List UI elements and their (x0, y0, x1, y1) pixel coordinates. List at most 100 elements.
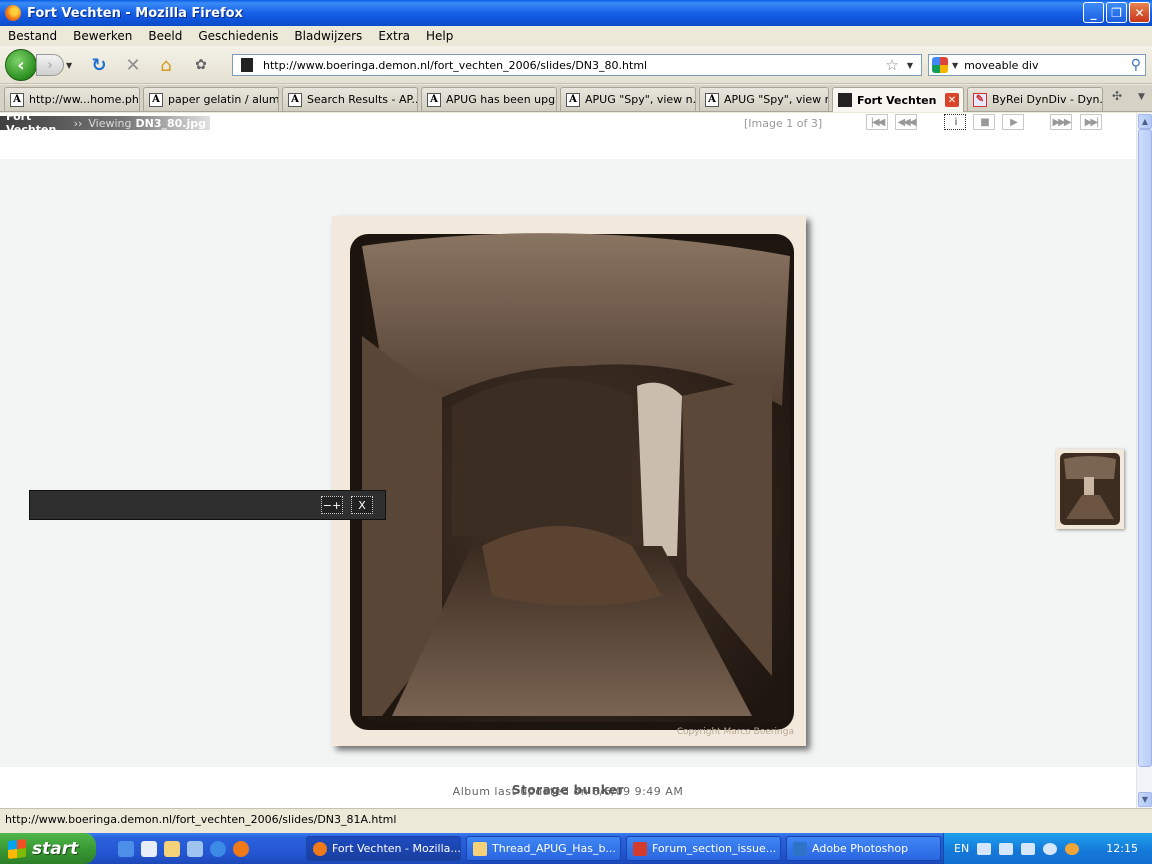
breadcrumb-site-link[interactable]: Fort Vechten (6, 113, 70, 136)
close-panel-button[interactable]: X (351, 496, 373, 514)
tab-apug-upgraded[interactable]: A APUG has been upg... (421, 87, 557, 111)
tab-apug-spy-2[interactable]: A APUG "Spy", view n... (699, 87, 829, 111)
task-forum-section[interactable]: Forum_section_issue... (626, 836, 781, 861)
task-photoshop[interactable]: Adobe Photoshop (786, 836, 941, 861)
menu-bewerken[interactable]: Bewerken (65, 29, 140, 43)
tab-apug-spy-1[interactable]: A APUG "Spy", view n... (560, 87, 696, 111)
tab-label: ByRei DynDiv - Dyn... (992, 93, 1102, 106)
tab-list-dropdown-icon[interactable]: ▼ (1138, 92, 1145, 102)
menu-geschiedenis[interactable]: Geschiedenis (190, 29, 286, 43)
keyboard-tray-icon[interactable] (977, 842, 992, 855)
tab-fort-vechten[interactable]: Fort Vechten ✕ (832, 87, 964, 112)
previous-image-button[interactable]: ◀◀◀ (895, 114, 917, 130)
menu-bestand[interactable]: Bestand (0, 29, 65, 43)
start-label: start (32, 838, 79, 859)
folder-icon (473, 841, 487, 856)
scroll-thumb[interactable] (1138, 129, 1152, 767)
home-icon[interactable]: ⌂ (155, 55, 177, 76)
ie-quicklaunch-icon[interactable] (118, 841, 134, 857)
reload-icon[interactable]: ↻ (88, 55, 110, 76)
image-file-icon (633, 841, 647, 856)
stop-slideshow-button[interactable]: ■ (973, 114, 995, 130)
task-label: Fort Vechten - Mozilla... (332, 842, 461, 855)
start-button[interactable]: start (0, 833, 96, 864)
forward-button[interactable]: › (36, 54, 64, 76)
next-image-button[interactable]: ▶▶▶ (1050, 114, 1072, 130)
breadcrumb-filename: DN3_80.jpg (135, 116, 207, 130)
address-bar[interactable]: http://www.boeringa.demon.nl/fort_vechte… (232, 54, 922, 76)
pen-tray-icon[interactable] (999, 842, 1014, 855)
tab-label: Fort Vechten (857, 93, 937, 107)
close-tab-icon[interactable]: ✕ (945, 93, 959, 107)
last-image-button[interactable]: ▶▶| (1080, 114, 1102, 130)
language-indicator[interactable]: EN (954, 842, 969, 855)
windows-taskbar: start Fort Vechten - Mozilla... Thread_A… (0, 833, 1152, 864)
task-label: Forum_section_issue... (652, 842, 777, 855)
firefox-logo-icon (5, 5, 21, 21)
menu-extra[interactable]: Extra (370, 29, 418, 43)
status-text: http://www.boeringa.demon.nl/fort_vechte… (5, 813, 397, 826)
scroll-down-icon[interactable]: ▼ (1138, 792, 1152, 807)
photo-watermark: Copyright Marco Boeringa (677, 727, 794, 737)
window-title-bar[interactable]: Fort Vechten - Mozilla Firefox _ ❐ ✕ (0, 0, 1152, 26)
search-bar[interactable]: ▼ moveable div ⚲ (928, 54, 1146, 76)
close-window-button[interactable]: ✕ (1129, 2, 1150, 23)
history-dropdown-icon[interactable]: ▼ (66, 61, 72, 70)
task-firefox[interactable]: Fort Vechten - Mozilla... (306, 836, 461, 861)
network-tray-icon[interactable] (1021, 842, 1036, 855)
slide-photo[interactable]: Copyright Marco Boeringa (332, 216, 806, 746)
next-slide-thumbnail[interactable] (1056, 449, 1124, 529)
bunker-photo-image: Copyright Marco Boeringa (350, 233, 794, 737)
internet-explorer-icon[interactable] (210, 841, 226, 857)
extension-icon[interactable]: ✿ (190, 55, 212, 75)
scroll-up-icon[interactable]: ▲ (1138, 114, 1152, 129)
moveable-div-panel[interactable]: −+ X (29, 490, 386, 520)
media-quicklaunch-icon[interactable] (187, 841, 203, 857)
page-content: Fort Vechten ›› Viewing DN3_80.jpg [Imag… (0, 113, 1136, 808)
search-engine-dropdown-icon[interactable]: ▼ (952, 61, 958, 70)
stop-icon[interactable]: ✕ (122, 55, 144, 76)
search-icon[interactable]: ⚲ (1131, 57, 1141, 73)
nav-tray-icon[interactable] (1043, 842, 1058, 855)
url-dropdown-icon[interactable]: ▼ (907, 61, 913, 70)
play-slideshow-button[interactable]: ▶ (1002, 114, 1024, 130)
first-image-button[interactable]: |◀◀ (866, 114, 888, 130)
album-updated-text: Album last updated on 8/6/09 9:49 AM (452, 785, 684, 798)
menu-bladwijzers[interactable]: Bladwijzers (286, 29, 370, 43)
tab-label: Search Results - AP... (307, 93, 417, 106)
apug-favicon-icon: A (427, 92, 441, 107)
back-button[interactable]: ‹ (5, 49, 37, 81)
update-tray-icon[interactable] (1065, 842, 1080, 855)
photoshop-icon (793, 841, 807, 856)
explorer-quicklaunch-icon[interactable] (164, 841, 180, 857)
tab-paper-gelatin[interactable]: A paper gelatin / alum... (143, 87, 279, 111)
menu-help[interactable]: Help (418, 29, 461, 43)
slide-area: Copyright Marco Boeringa Storage bunker (0, 159, 1136, 797)
tab-label: APUG has been upg... (446, 93, 556, 106)
vertical-scrollbar[interactable]: ▲ ▼ (1136, 113, 1152, 808)
tab-home-php[interactable]: A http://ww...home.php (4, 87, 140, 111)
google-icon[interactable] (932, 57, 948, 73)
bookmark-star-icon[interactable]: ☆ (885, 56, 898, 74)
url-text[interactable]: http://www.boeringa.demon.nl/fort_vechte… (263, 59, 885, 72)
search-input[interactable]: moveable div (964, 59, 1131, 72)
new-tab-icon[interactable]: ✣ (1112, 89, 1122, 103)
task-thread-folder[interactable]: Thread_APUG_Has_b... (466, 836, 621, 861)
image-counter: [Image 1 of 3] (744, 117, 823, 130)
thumbnail-image (1060, 453, 1120, 525)
tab-byrei-dyndiv[interactable]: ✎ ByRei DynDiv - Dyn... (967, 87, 1103, 111)
apug-favicon-icon: A (566, 92, 580, 107)
restore-button[interactable]: ❐ (1106, 2, 1127, 23)
desktop-quicklaunch-icon[interactable] (141, 841, 157, 857)
menu-beeld[interactable]: Beeld (140, 29, 190, 43)
arrow-right-icon: › (47, 57, 53, 73)
firefox-quicklaunch-icon[interactable] (233, 841, 249, 857)
breadcrumb-viewing-label: Viewing (88, 116, 132, 130)
minimize-button[interactable]: _ (1083, 2, 1104, 23)
gallery-header: Fort Vechten ›› Viewing DN3_80.jpg [Imag… (0, 113, 1136, 136)
minimize-panel-button[interactable]: −+ (321, 496, 343, 514)
dyndiv-favicon-icon: ✎ (973, 92, 987, 107)
info-button[interactable]: i (944, 114, 966, 130)
window-title: Fort Vechten - Mozilla Firefox (27, 5, 243, 21)
tab-search-results[interactable]: A Search Results - AP... (282, 87, 418, 111)
